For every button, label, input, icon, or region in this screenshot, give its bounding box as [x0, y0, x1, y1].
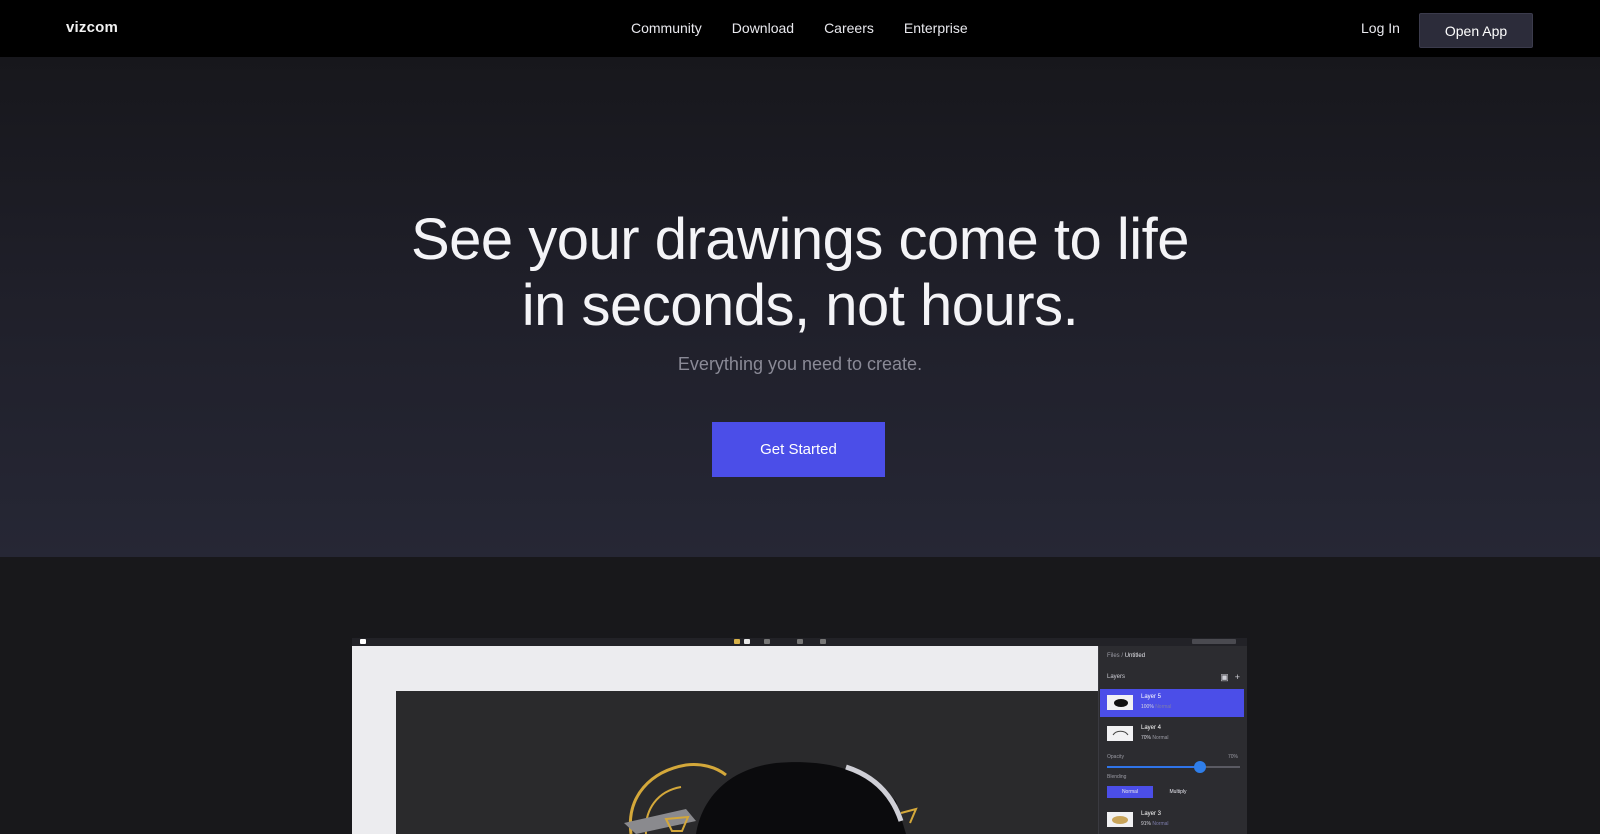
toolbar-icon — [797, 639, 803, 644]
layers-title: Layers — [1107, 674, 1126, 680]
toolbar-icon — [734, 639, 740, 644]
nav-link-download[interactable]: Download — [732, 20, 794, 36]
layer-opacity: 70% — [1141, 735, 1152, 741]
app-toolbar — [352, 638, 1247, 646]
opacity-label: Opacity — [1107, 754, 1124, 760]
app-preview-screenshot: Files / Untitled Layers ▣ + Layer 5 100%… — [352, 638, 1247, 834]
toolbar-icon — [764, 639, 770, 644]
layer-name: Layer 5 — [1141, 694, 1162, 700]
layer-meta: 100% Normal — [1141, 704, 1171, 710]
toolbar-icon — [744, 639, 750, 644]
hero-title-line-1: See your drawings come to life — [410, 207, 1190, 272]
nav-link-enterprise[interactable]: Enterprise — [904, 20, 968, 36]
layer-name: Layer 3 — [1141, 811, 1162, 817]
hero-section: See your drawings come to life in second… — [0, 57, 1600, 557]
layer-meta: 91% Normal — [1141, 821, 1169, 827]
vizcom-logo[interactable]: vizcom — [66, 19, 118, 36]
blend-mode-normal[interactable]: Normal — [1107, 786, 1153, 798]
breadcrumb-folder[interactable]: Files — [1107, 653, 1120, 659]
toolbar-icon — [360, 639, 366, 644]
opacity-slider-fill — [1107, 766, 1201, 768]
get-started-button[interactable]: Get Started — [712, 422, 885, 477]
nav-link-community[interactable]: Community — [631, 20, 702, 36]
layers-panel: Files / Untitled Layers ▣ + Layer 5 100%… — [1098, 646, 1247, 834]
login-link[interactable]: Log In — [1361, 20, 1400, 36]
blend-mode-multiply[interactable]: Multiply — [1155, 786, 1201, 798]
toolbar-icon — [820, 639, 826, 644]
layers-actions: ▣ + — [1220, 672, 1240, 683]
layer-mode[interactable]: Normal — [1152, 735, 1168, 741]
toolbar-icon — [1192, 639, 1236, 644]
layer-opacity: 91% — [1141, 821, 1152, 827]
layer-row[interactable]: Layer 3 91% Normal — [1100, 806, 1244, 834]
file-breadcrumb: Files / Untitled — [1107, 653, 1146, 659]
layer-thumbnail-image — [1114, 699, 1128, 707]
nav-links: Community Download Careers Enterprise — [631, 20, 968, 36]
layer-mode: Normal — [1155, 704, 1172, 710]
layer-thumbnail — [1107, 812, 1133, 827]
layer-thumbnail-image — [1112, 730, 1129, 736]
opacity-value: 70% — [1227, 754, 1238, 760]
layer-thumbnail — [1107, 726, 1133, 741]
breadcrumb-file[interactable]: Untitled — [1125, 653, 1145, 659]
image-icon[interactable]: ▣ — [1220, 672, 1229, 683]
hero-title-line-2: in seconds, not hours. — [521, 273, 1079, 338]
layer-thumbnail — [1107, 695, 1133, 710]
layer-row[interactable]: Layer 4 70% Normal — [1100, 720, 1244, 748]
layer-mode: Normal — [1152, 821, 1169, 827]
layer-row[interactable]: Layer 5 100% Normal — [1100, 689, 1244, 717]
hero-subtitle: Everything you need to create. — [677, 354, 923, 374]
plus-icon[interactable]: + — [1235, 672, 1240, 683]
layer-thumbnail-image — [1112, 816, 1128, 824]
top-nav: vizcom Community Download Careers Enterp… — [0, 0, 1600, 58]
helmet-drawing — [624, 762, 918, 834]
opacity-slider-handle[interactable] — [1194, 761, 1207, 773]
layer-meta: 70% Normal — [1141, 735, 1169, 741]
nav-link-careers[interactable]: Careers — [824, 20, 874, 36]
opacity-slider[interactable] — [1107, 761, 1240, 773]
layer-name: Layer 4 — [1141, 725, 1162, 731]
open-app-button[interactable]: Open App — [1419, 13, 1533, 48]
blending-label: Blending — [1107, 774, 1127, 780]
hero-title: See your drawings come to life in second… — [0, 207, 1600, 339]
layer-opacity: 100% — [1141, 704, 1154, 710]
drawing-canvas — [396, 691, 1156, 834]
